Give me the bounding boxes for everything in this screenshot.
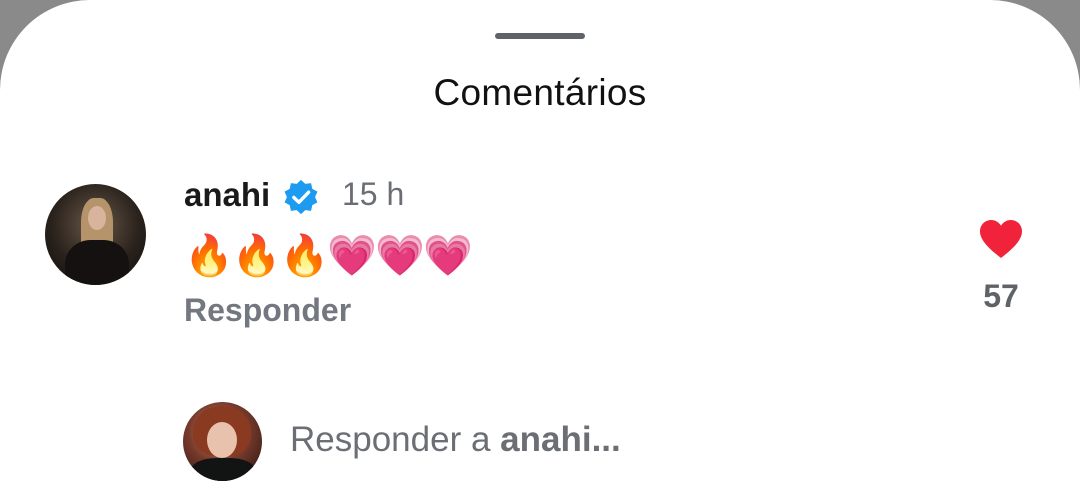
like-count: 57: [983, 278, 1019, 314]
current-user-avatar: [183, 402, 262, 481]
sheet-title: Comentários: [433, 72, 647, 113]
reply-button[interactable]: Responder: [184, 292, 351, 329]
comment-timestamp: 15 h: [342, 176, 405, 212]
heart-icon[interactable]: [978, 218, 1024, 260]
comments-sheet: Comentários anahi 15 h 🔥🔥🔥💗💗💗 Responder …: [0, 0, 1080, 500]
verified-badge-icon: [284, 179, 318, 215]
drag-handle[interactable]: [495, 33, 585, 39]
reply-input[interactable]: Responder a anahi...: [290, 420, 621, 460]
comment-username[interactable]: anahi: [184, 176, 270, 214]
reply-input-target: anahi: [500, 420, 592, 459]
comment-text: 🔥🔥🔥💗💗💗: [184, 234, 473, 278]
commenter-avatar[interactable]: [45, 184, 146, 285]
reply-input-prefix: Responder a: [290, 420, 501, 459]
reply-input-ellipsis: ...: [591, 420, 621, 459]
